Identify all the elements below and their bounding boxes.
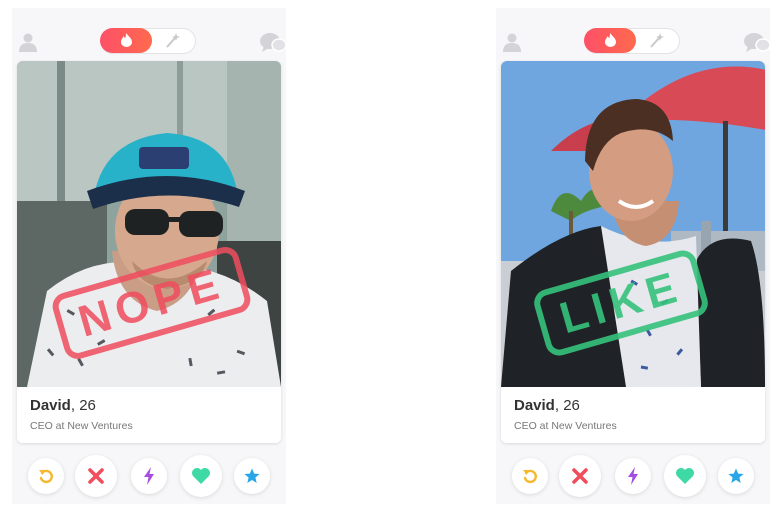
- superlike-button[interactable]: [234, 458, 270, 494]
- profile-icon[interactable]: [18, 32, 38, 52]
- heart-icon: [676, 468, 694, 484]
- swipe-explore-toggle[interactable]: [584, 28, 680, 54]
- profile-card[interactable]: NOPE David, 26 CEO at New Ventures: [17, 61, 281, 443]
- nope-button[interactable]: [75, 455, 117, 497]
- phone-screen-like: LIKE David, 26 CEO at New Ventures: [496, 8, 770, 504]
- profile-job: CEO at New Ventures: [514, 420, 617, 432]
- profile-photo: [501, 61, 765, 387]
- toggle-active-segment[interactable]: [100, 28, 152, 53]
- sparkle-icon: [166, 33, 180, 48]
- profile-age: , 26: [554, 397, 580, 414]
- profile-info: David, 26 CEO at New Ventures: [501, 387, 765, 443]
- profile-card[interactable]: LIKE David, 26 CEO at New Ventures: [501, 61, 765, 443]
- action-bar: [496, 454, 770, 500]
- lightning-icon: [628, 467, 638, 485]
- like-button[interactable]: [664, 455, 706, 497]
- top-bar: [496, 26, 770, 56]
- superlike-button[interactable]: [718, 458, 754, 494]
- nope-button[interactable]: [559, 455, 601, 497]
- profile-info: David, 26 CEO at New Ventures: [17, 387, 281, 443]
- chat-icon[interactable]: [744, 32, 770, 54]
- star-icon: [244, 468, 260, 483]
- profile-icon[interactable]: [502, 32, 522, 52]
- rewind-icon: [523, 469, 537, 484]
- profile-name: David: [30, 397, 71, 414]
- toggle-active-segment[interactable]: [584, 28, 636, 53]
- boost-button[interactable]: [615, 458, 651, 494]
- swipe-explore-toggle[interactable]: [100, 28, 196, 54]
- boost-button[interactable]: [131, 458, 167, 494]
- flame-icon: [605, 33, 616, 47]
- like-button[interactable]: [180, 455, 222, 497]
- rewind-icon: [39, 469, 53, 484]
- top-bar: [12, 26, 286, 56]
- chat-icon[interactable]: [260, 32, 286, 54]
- lightning-icon: [144, 467, 154, 485]
- flame-icon: [121, 33, 132, 47]
- star-icon: [728, 468, 744, 483]
- rewind-button[interactable]: [28, 458, 64, 494]
- profile-job: CEO at New Ventures: [30, 420, 133, 432]
- close-icon: [88, 468, 104, 484]
- action-bar: [12, 454, 286, 500]
- sparkle-icon: [650, 33, 664, 48]
- phone-screen-nope: NOPE David, 26 CEO at New Ventures: [12, 8, 286, 504]
- profile-age: , 26: [70, 397, 96, 414]
- close-icon: [572, 468, 588, 484]
- heart-icon: [192, 468, 210, 484]
- rewind-button[interactable]: [512, 458, 548, 494]
- profile-name: David: [514, 397, 555, 414]
